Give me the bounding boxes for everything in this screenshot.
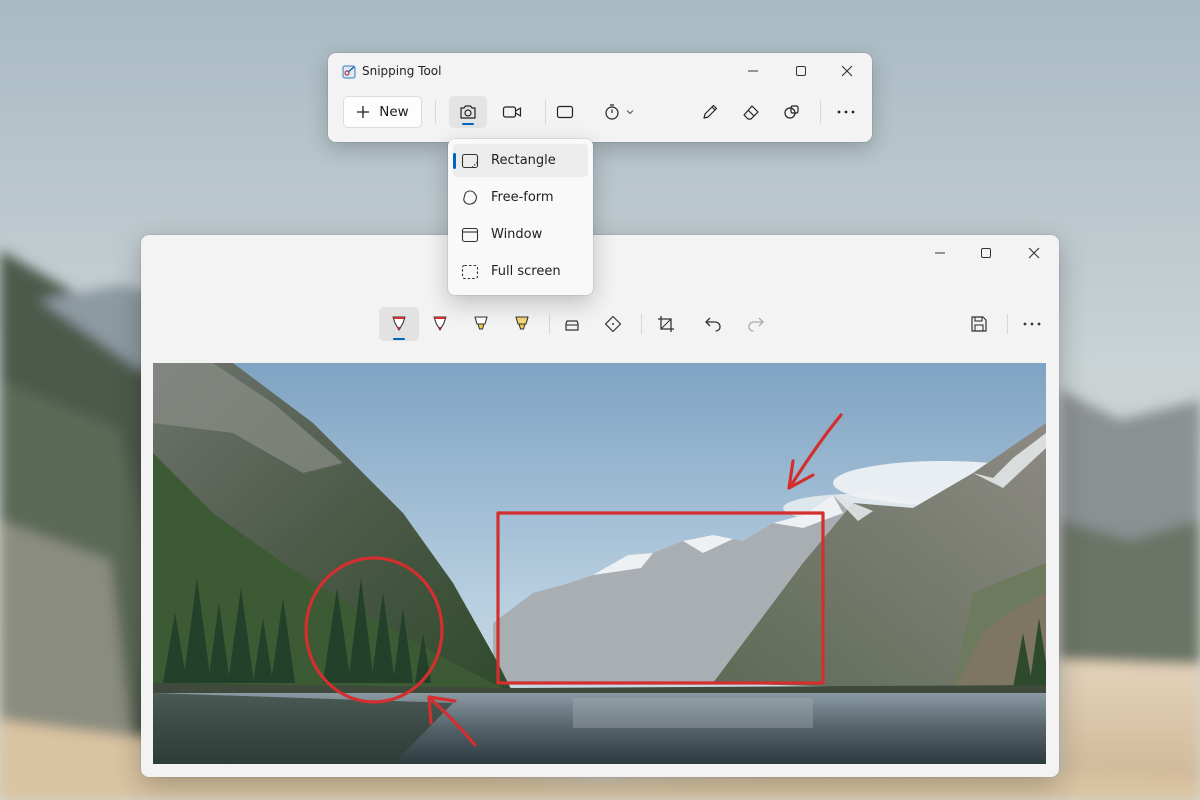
toolbar-divider <box>435 100 436 124</box>
close-button[interactable] <box>1019 241 1049 265</box>
video-camera-icon <box>502 106 522 118</box>
undo-icon <box>705 317 721 332</box>
snip-canvas[interactable] <box>153 363 1046 764</box>
minimize-icon <box>748 70 758 72</box>
highlighter-button-2[interactable] <box>502 307 542 341</box>
toolbar-divider <box>641 314 642 334</box>
title-bar: Snipping Tool <box>328 53 872 89</box>
close-icon <box>841 65 853 77</box>
menu-item-rectangle[interactable]: Rectangle <box>453 144 588 177</box>
snip-editor-window <box>141 235 1059 777</box>
pen-button[interactable] <box>691 96 729 128</box>
new-button-label: New <box>379 104 409 120</box>
ruler-button[interactable] <box>593 307 633 341</box>
snip-shape-button[interactable] <box>546 96 584 128</box>
pen-red-icon <box>392 316 406 331</box>
menu-item-label: Window <box>491 227 543 242</box>
window-snip-icon <box>461 227 479 243</box>
toolbar-divider <box>549 314 550 334</box>
highlighter-icon <box>474 316 488 330</box>
toolbar-divider <box>820 100 821 124</box>
fullscreen-snip-icon <box>461 264 479 280</box>
snipping-tool-window: Snipping Tool New <box>328 53 872 142</box>
record-mode-button[interactable] <box>493 96 531 128</box>
maximize-icon <box>796 66 806 76</box>
toolbar-divider <box>1007 314 1008 334</box>
more-button[interactable] <box>1012 307 1052 341</box>
pen-red-icon <box>433 316 447 331</box>
camera-icon <box>460 105 476 119</box>
snipping-tool-icon <box>342 65 356 79</box>
ballpoint-pen-button-2[interactable] <box>420 307 460 341</box>
plus-icon <box>357 106 370 118</box>
highlighter-icon <box>515 316 529 330</box>
menu-item-full-screen[interactable]: Full screen <box>453 255 588 288</box>
delay-button[interactable] <box>596 96 642 128</box>
minimize-button[interactable] <box>738 59 768 83</box>
menu-item-label: Full screen <box>491 264 561 279</box>
crop-button[interactable] <box>646 307 686 341</box>
ballpoint-pen-button[interactable] <box>379 307 419 341</box>
rectangle-snip-icon <box>461 153 479 169</box>
close-icon <box>1028 247 1040 259</box>
screenshot-mode-button[interactable] <box>449 96 487 128</box>
minimize-icon <box>935 252 945 254</box>
active-indicator <box>462 123 474 125</box>
ruler-icon <box>604 315 622 333</box>
redo-button[interactable] <box>736 307 776 341</box>
save-icon <box>971 316 987 332</box>
timer-icon <box>605 104 619 120</box>
active-indicator <box>393 338 405 340</box>
maximize-icon <box>981 248 991 258</box>
snip-mode-menu: Rectangle Free-form Window Full screen <box>448 139 593 295</box>
close-button[interactable] <box>832 59 862 83</box>
captured-image <box>153 363 1046 764</box>
rectangle-icon <box>556 105 574 119</box>
freeform-snip-icon <box>463 190 477 205</box>
menu-item-label: Free-form <box>491 190 554 205</box>
more-button[interactable] <box>827 96 865 128</box>
selected-indicator <box>453 153 456 169</box>
app-title: Snipping Tool <box>362 64 442 78</box>
shapes-button[interactable] <box>773 96 811 128</box>
more-icon <box>837 110 855 114</box>
maximize-button[interactable] <box>786 59 816 83</box>
eraser-icon <box>743 105 759 120</box>
eraser-icon <box>565 320 579 331</box>
minimize-button[interactable] <box>925 241 955 265</box>
chevron-down-icon <box>626 110 634 115</box>
menu-item-window[interactable]: Window <box>453 218 588 251</box>
eraser-button[interactable] <box>552 307 592 341</box>
highlighter-button[interactable] <box>461 307 501 341</box>
pencil-icon <box>703 104 718 119</box>
shapes-icon <box>784 105 799 119</box>
maximize-button[interactable] <box>971 241 1001 265</box>
redo-icon <box>748 317 764 332</box>
more-icon <box>1023 322 1041 326</box>
save-button[interactable] <box>959 307 999 341</box>
menu-item-label: Rectangle <box>491 153 556 168</box>
eraser-button[interactable] <box>732 96 770 128</box>
undo-button[interactable] <box>693 307 733 341</box>
new-snip-button[interactable]: New <box>343 96 422 128</box>
menu-item-free-form[interactable]: Free-form <box>453 181 588 214</box>
crop-icon <box>658 316 674 332</box>
